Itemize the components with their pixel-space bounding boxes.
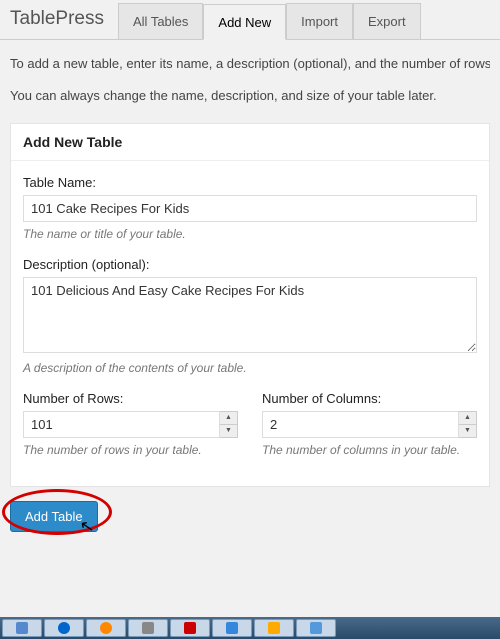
intro-text: To add a new table, enter its name, a de… <box>0 40 500 123</box>
submit-area: Add Table ↖ <box>0 487 500 546</box>
label-description: Description (optional): <box>23 257 477 272</box>
help-cols: The number of columns in your table. <box>262 442 477 459</box>
panel-title: Add New Table <box>11 124 489 161</box>
spinner-down-icon[interactable]: ▼ <box>459 425 476 437</box>
input-description[interactable] <box>23 277 477 353</box>
field-table-name: Table Name: The name or title of your ta… <box>23 175 477 243</box>
app-icon <box>16 622 28 634</box>
input-table-name[interactable] <box>23 195 477 222</box>
field-description: Description (optional): A description of… <box>23 257 477 377</box>
taskbar-item[interactable] <box>2 619 42 637</box>
app-icon <box>142 622 154 634</box>
spinner-up-icon[interactable]: ▲ <box>459 412 476 425</box>
taskbar <box>0 617 500 639</box>
tab-add-new[interactable]: Add New <box>203 4 286 40</box>
spinner-up-icon[interactable]: ▲ <box>220 412 237 425</box>
tab-import[interactable]: Import <box>286 3 353 39</box>
taskbar-item[interactable] <box>44 619 84 637</box>
app-icon <box>310 622 322 634</box>
app-icon <box>184 622 196 634</box>
intro-line2: You can always change the name, descript… <box>10 86 490 106</box>
field-cols: Number of Columns: ▲ ▼ The number of col… <box>262 391 477 459</box>
taskbar-item[interactable] <box>86 619 126 637</box>
app-icon <box>100 622 112 634</box>
taskbar-item[interactable] <box>212 619 252 637</box>
spinner-rows[interactable]: ▲ ▼ <box>220 411 238 438</box>
spinner-down-icon[interactable]: ▼ <box>220 425 237 437</box>
intro-line1: To add a new table, enter its name, a de… <box>10 54 490 74</box>
help-table-name: The name or title of your table. <box>23 226 477 243</box>
help-description: A description of the contents of your ta… <box>23 360 477 377</box>
app-icon <box>226 622 238 634</box>
label-rows: Number of Rows: <box>23 391 238 406</box>
taskbar-item[interactable] <box>170 619 210 637</box>
input-cols[interactable] <box>262 411 459 438</box>
add-table-panel: Add New Table Table Name: The name or ti… <box>10 123 490 487</box>
add-table-button[interactable]: Add Table <box>10 501 98 532</box>
help-rows: The number of rows in your table. <box>23 442 238 459</box>
spinner-cols[interactable]: ▲ ▼ <box>459 411 477 438</box>
field-rows: Number of Rows: ▲ ▼ The number of rows i… <box>23 391 238 459</box>
label-table-name: Table Name: <box>23 175 477 190</box>
tab-all-tables[interactable]: All Tables <box>118 3 203 39</box>
brand-title: TablePress <box>0 0 118 39</box>
taskbar-item[interactable] <box>296 619 336 637</box>
label-cols: Number of Columns: <box>262 391 477 406</box>
taskbar-item[interactable] <box>254 619 294 637</box>
input-rows[interactable] <box>23 411 220 438</box>
app-icon <box>268 622 280 634</box>
app-icon <box>58 622 70 634</box>
taskbar-item[interactable] <box>128 619 168 637</box>
tab-export[interactable]: Export <box>353 3 421 39</box>
header-tabs: TablePress All Tables Add New Import Exp… <box>0 0 500 40</box>
